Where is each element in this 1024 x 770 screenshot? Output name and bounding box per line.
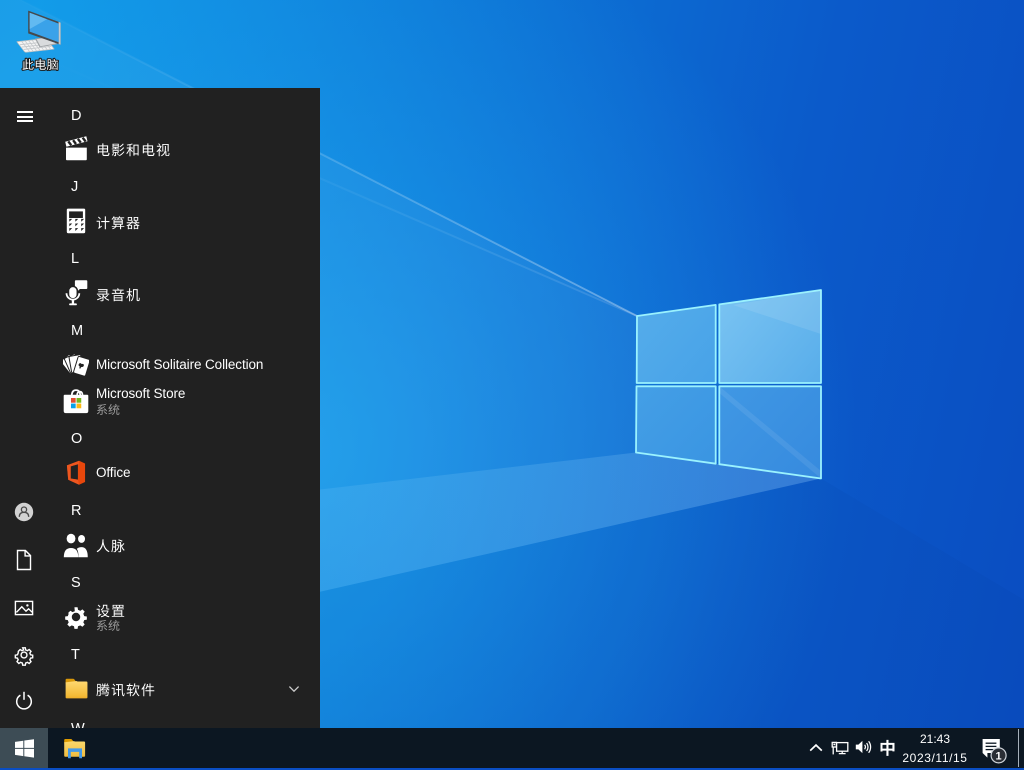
svg-text:1: 1: [996, 750, 1002, 762]
